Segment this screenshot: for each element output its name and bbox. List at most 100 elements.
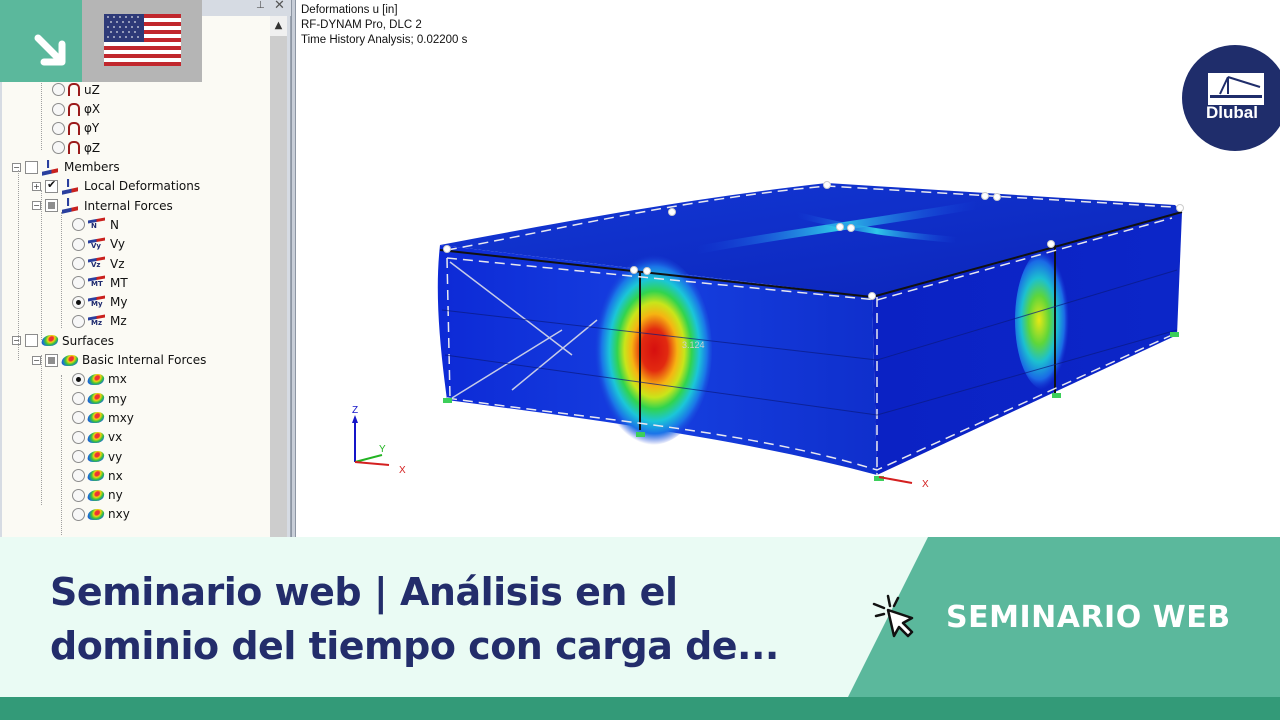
model-viewport[interactable]: 3.124 X Z Y X Deformations u [in] RF-DYN… (297, 0, 1280, 537)
tree-item-label: vy (108, 449, 123, 464)
collapse-icon[interactable]: − (32, 201, 41, 211)
model-x-axis-label: X (922, 479, 929, 490)
surface-icon (86, 393, 106, 405)
collapse-icon[interactable]: − (12, 336, 21, 346)
tree-radio[interactable] (72, 450, 85, 463)
analysis-time-label: Time History Analysis; 0.02200 s (301, 34, 468, 46)
tree-item-label: φX (84, 102, 101, 117)
panel-splitter[interactable] (291, 0, 296, 537)
deformation-icon (68, 141, 80, 155)
tree-item-label: my (108, 391, 127, 406)
tree-radio[interactable] (52, 102, 65, 116)
webinar-title: Seminario web | Análisis en el dominio d… (50, 565, 850, 673)
tree-item[interactable]: − Internal Forces (32, 196, 173, 215)
tree-radio[interactable] (72, 372, 85, 386)
bridge-logo-icon (1208, 73, 1264, 105)
tree-item[interactable]: − Basic Internal Forces (32, 351, 206, 370)
tree-radio[interactable] (52, 121, 65, 135)
tree-item[interactable]: φX (52, 100, 100, 119)
tree-radio[interactable] (72, 257, 85, 270)
tree-item[interactable]: ny (72, 486, 123, 505)
result-info: Deformations u [in] RF-DYNAM Pro, DLC 2 … (301, 3, 467, 48)
dlubal-logo: Dlubal (1182, 45, 1280, 151)
tree-radio[interactable] (72, 488, 85, 502)
tree-radio[interactable] (72, 218, 85, 232)
axes-gizmo: Z Y X (352, 405, 406, 476)
tree-item-label: Local Deformations (84, 179, 201, 194)
tree-radio[interactable] (72, 276, 85, 290)
axis-z-label: Z (352, 405, 358, 416)
tree-item-label: φY (84, 121, 100, 136)
surface-icon (86, 508, 106, 520)
tree-item[interactable]: vx (72, 428, 122, 447)
tree-radio[interactable] (72, 295, 85, 309)
tree-item[interactable]: nxy (72, 505, 130, 524)
tree-item[interactable]: My My (72, 293, 127, 312)
tree-radio[interactable] (52, 141, 65, 155)
surface-icon (86, 451, 106, 462)
tree-checkbox[interactable] (25, 160, 38, 174)
tree-item[interactable]: mxy (72, 408, 134, 427)
navigator-scrollbar[interactable]: ▲ (270, 16, 287, 537)
tree-item[interactable]: φY (52, 119, 99, 138)
tree-item[interactable]: + Local Deformations (32, 177, 200, 196)
surface-icon (86, 431, 106, 443)
tree-item-label: mxy (108, 410, 134, 425)
language-badge[interactable] (82, 0, 202, 82)
tree-radio[interactable] (72, 430, 85, 444)
tree-connector (61, 375, 62, 535)
tree-checkbox[interactable] (45, 353, 58, 367)
tree-connector (18, 170, 19, 360)
collapse-icon[interactable]: − (32, 355, 41, 365)
tree-item[interactable]: − Surfaces (12, 331, 114, 350)
tree-radio[interactable] (52, 83, 65, 97)
tree-radio[interactable] (72, 392, 85, 406)
tree-item[interactable]: mx (72, 370, 127, 389)
tree-item[interactable]: φZ (52, 138, 100, 157)
tree-item[interactable]: nx (72, 466, 123, 485)
tree-radio[interactable] (72, 314, 85, 328)
tree-item[interactable]: Mz Mz (72, 312, 127, 331)
collapse-icon[interactable]: − (12, 162, 21, 172)
tree-item[interactable]: NN (72, 215, 119, 234)
fe-model-render: 3.124 X Z Y X (352, 181, 1184, 490)
stress-hotspot-side (1015, 250, 1075, 390)
tree-item-label: Members (64, 160, 120, 174)
member-icon (62, 177, 80, 193)
close-icon[interactable]: ✕ (274, 0, 285, 13)
tree-checkbox[interactable] (45, 178, 58, 193)
tree-item[interactable]: my (72, 389, 127, 408)
surface-icon (40, 335, 60, 347)
deformation-icon (68, 102, 80, 116)
member-icon (42, 158, 60, 174)
tree-item-label: mx (108, 372, 127, 387)
surface-icon (86, 470, 106, 482)
member-force-icon: MT (88, 275, 106, 289)
tree-item[interactable]: Vy Vy (72, 235, 125, 254)
tree-radio[interactable] (72, 469, 85, 483)
tree-item[interactable]: vy (72, 447, 122, 466)
tree-radio[interactable] (72, 411, 85, 425)
webinar-cta-label[interactable]: SEMINARIO WEB (946, 600, 1231, 635)
tree-item-label: uZ (84, 82, 100, 97)
tree-item-label: Basic Internal Forces (82, 353, 207, 367)
member-icon (62, 196, 80, 212)
stress-hotspot-front (592, 255, 712, 445)
tree-checkbox[interactable] (25, 334, 38, 348)
result-type-label: Deformations u [in] (301, 4, 398, 16)
webinar-title-line: dominio del tiempo con carga de... (50, 624, 779, 668)
expand-icon[interactable]: + (32, 181, 41, 191)
tree-item[interactable]: − Members (12, 158, 120, 177)
tree-item[interactable]: uZ (52, 80, 100, 99)
surface-icon (86, 412, 106, 424)
tree-item[interactable]: Vz Vz (72, 254, 125, 273)
tree-item[interactable]: MT MT (72, 273, 128, 292)
tree-radio[interactable] (72, 507, 85, 521)
tree-checkbox[interactable] (45, 199, 58, 213)
tree-item-label: ny (108, 488, 123, 503)
navigator-tree: uYuZφXφYφZ−Members+Local Deformations−In… (2, 16, 270, 537)
pin-icon[interactable]: ⊥ (256, 0, 265, 11)
chevron-up-icon[interactable]: ▲ (270, 16, 287, 36)
arrow-down-right-icon (34, 34, 66, 66)
tree-radio[interactable] (72, 237, 85, 251)
